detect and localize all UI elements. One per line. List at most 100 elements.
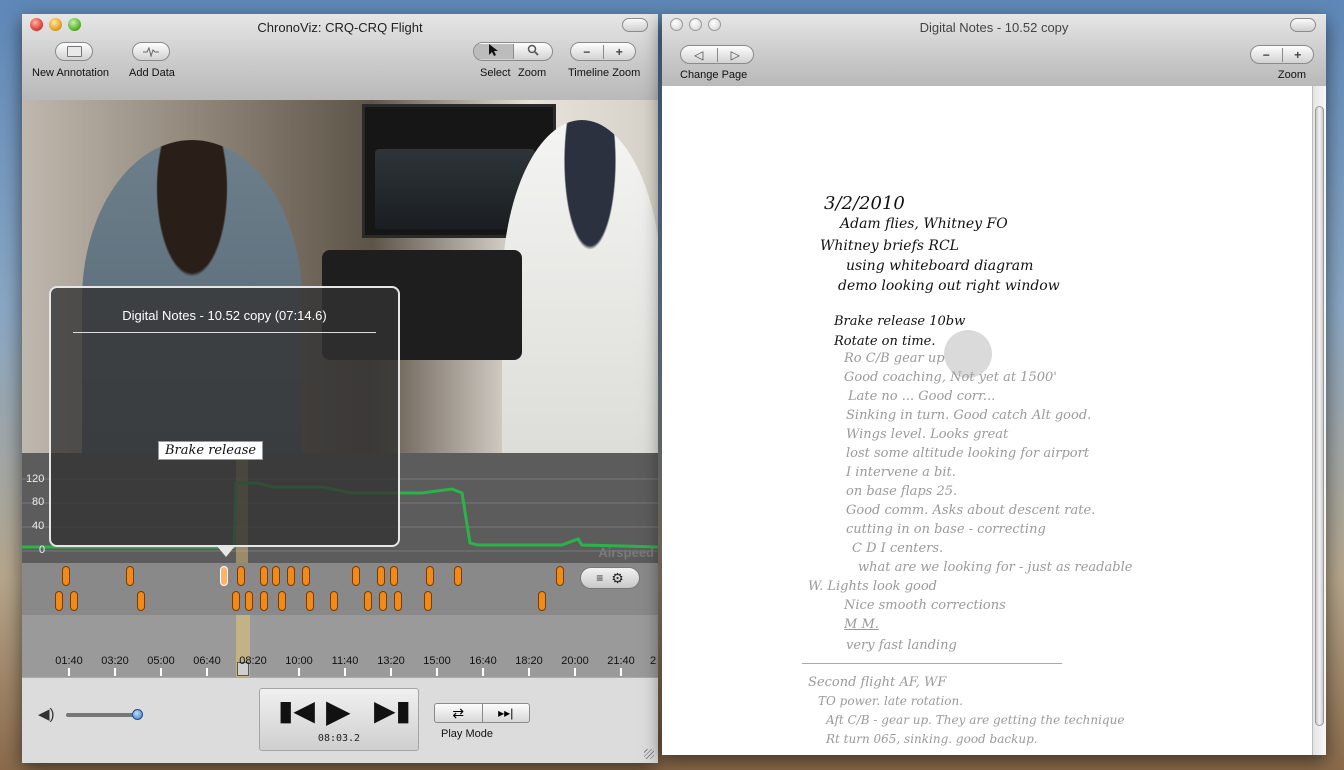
minus-icon[interactable]: −	[571, 45, 603, 59]
annotation-marker[interactable]	[556, 566, 564, 586]
list-icon[interactable]: ≡	[596, 571, 603, 585]
step-forward-icon[interactable]: ▶▮	[374, 697, 411, 725]
y-tick-80: 80	[32, 496, 45, 508]
change-page-segmented[interactable]: ◁ ▷	[680, 45, 754, 64]
toolbar-toggle-button[interactable]	[1290, 18, 1316, 32]
playback-controls: ◀) ▮◀ ▶ ▶▮ 08:03.2 ⇄ ▸▸| Play Mode	[22, 677, 658, 763]
annotation-marker[interactable]	[245, 591, 253, 611]
note-line: M M.	[844, 617, 879, 632]
magnifier-icon[interactable]	[512, 44, 553, 59]
play-mode-segmented[interactable]: ⇄ ▸▸|	[434, 703, 530, 723]
timeline-tick-label: 16:40	[469, 655, 497, 667]
note-line: I intervene a bit.	[846, 465, 956, 480]
annotation-marker-selected[interactable]	[220, 566, 228, 586]
plus-icon[interactable]: +	[602, 44, 636, 59]
annotation-marker[interactable]	[232, 591, 240, 611]
new-annotation-button[interactable]	[55, 42, 93, 61]
annotation-marker[interactable]	[538, 591, 546, 611]
timeline-zoom-label: Timeline Zoom	[568, 67, 641, 79]
annotation-marker[interactable]	[352, 566, 360, 586]
annotation-marker[interactable]	[237, 566, 245, 586]
annotation-marker[interactable]	[426, 566, 434, 586]
timeline-zoom-segmented[interactable]: − +	[570, 42, 636, 61]
annotation-marker[interactable]	[70, 591, 78, 611]
vertical-scrollbar[interactable]	[1312, 86, 1326, 755]
note-line: Second flight AF, WF	[808, 675, 947, 690]
play-icon[interactable]: ▶	[326, 695, 351, 727]
note-line: Rt turn 065, sinking. good backup.	[826, 732, 1038, 746]
select-zoom-segmented[interactable]	[473, 42, 553, 61]
annotation-marker[interactable]	[330, 591, 338, 611]
annotation-marker[interactable]	[137, 591, 145, 611]
annotation-popup[interactable]: Digital Notes - 10.52 copy (07:14.6) Bra…	[49, 286, 400, 557]
chronoviz-window: ChronoViz: CRQ-CRQ Flight New Annotation…	[22, 14, 658, 763]
toolbar-toggle-button[interactable]	[622, 18, 648, 32]
zoom-label: Zoom	[1277, 69, 1306, 81]
scrollbar-thumb[interactable]	[1315, 106, 1324, 726]
y-tick-0: 0	[39, 544, 46, 556]
note-line: Rotate on time.	[834, 334, 936, 349]
timeline-tick-label: 18:20	[515, 655, 543, 667]
waveform-icon	[143, 46, 159, 57]
select-label: Select	[480, 67, 511, 79]
annotation-marker[interactable]	[390, 566, 398, 586]
airspeed-label: Airspeed	[598, 545, 654, 560]
annotation-marker[interactable]	[377, 566, 385, 586]
note-line: demo looking out right window	[838, 278, 1060, 294]
notes-page[interactable]: 3/2/2010 Adam flies, Whitney FO Whitney …	[662, 86, 1312, 755]
note-line: 3/2/2010	[824, 193, 905, 214]
annotation-marker[interactable]	[287, 566, 295, 586]
annotation-marker[interactable]	[424, 591, 432, 611]
minus-icon[interactable]: −	[1251, 48, 1282, 62]
note-line: on base flaps 25.	[846, 484, 958, 499]
step-mode-icon[interactable]: ▸▸|	[481, 704, 530, 722]
annotation-marker[interactable]	[260, 591, 268, 611]
annotation-marker[interactable]	[278, 591, 286, 611]
note-line: Aft C/B - gear up. They are getting the …	[826, 713, 1125, 727]
timeline-tick-label: 11:40	[331, 655, 359, 667]
timeline-tick-label: 03:20	[101, 655, 129, 667]
annotation-marker[interactable]	[454, 566, 462, 586]
folder-icon	[66, 46, 82, 57]
annotation-marker[interactable]	[302, 566, 310, 586]
back-arrow-icon[interactable]: ◁	[681, 48, 717, 62]
annotation-marker[interactable]	[394, 591, 402, 611]
timeline-ruler[interactable]: 01:40 03:20 05:00 06:40 08:20 10:00 11:4…	[22, 615, 658, 677]
arrow-cursor-icon[interactable]	[474, 44, 513, 59]
annotation-marker[interactable]	[379, 591, 387, 611]
annotation-marker[interactable]	[260, 566, 268, 586]
plus-icon[interactable]: +	[1281, 47, 1314, 62]
annotation-marker[interactable]	[364, 591, 372, 611]
add-data-button[interactable]	[132, 42, 170, 61]
y-tick-40: 40	[32, 520, 45, 532]
popup-pointer	[217, 546, 235, 557]
new-annotation-label: New Annotation	[32, 67, 110, 79]
annotation-marker[interactable]	[126, 566, 134, 586]
resize-grip[interactable]	[644, 749, 654, 759]
loop-icon[interactable]: ⇄	[435, 704, 482, 722]
note-line: Sinking in turn. Good catch Alt good.	[846, 408, 1092, 423]
annotation-marker[interactable]	[306, 591, 314, 611]
current-time: 08:03.2	[317, 733, 361, 744]
timeline-tick-label: 05:00	[147, 655, 175, 667]
annotation-marker[interactable]	[62, 566, 70, 586]
forward-arrow-icon[interactable]: ▷	[716, 47, 754, 62]
step-back-icon[interactable]: ▮◀	[278, 697, 315, 725]
note-line: TO power. late rotation.	[818, 694, 964, 708]
volume-slider[interactable]	[66, 709, 143, 720]
volume-icon[interactable]: ◀)	[38, 705, 55, 723]
note-line: using whiteboard diagram	[846, 258, 1034, 274]
annotation-marker[interactable]	[272, 566, 280, 586]
volume-slider-knob[interactable]	[132, 709, 143, 720]
annotation-track[interactable]: ≡ ⚙	[22, 563, 658, 615]
transport-panel: ▮◀ ▶ ▶▮ 08:03.2	[259, 688, 419, 751]
annotation-marker[interactable]	[55, 591, 63, 611]
timeline-tick-label: 20:00	[561, 655, 589, 667]
track-options-button[interactable]: ≡ ⚙	[580, 567, 640, 589]
timeline-tick-label: 01:40	[55, 655, 83, 667]
zoom-segmented[interactable]: − +	[1250, 45, 1314, 64]
note-line: lost some altitude looking for airport	[846, 446, 1090, 461]
timeline-tick-label: 10:00	[285, 655, 313, 667]
gear-icon[interactable]: ⚙	[611, 570, 624, 587]
right-titlebar: Digital Notes - 10.52 copy ◁ ▷ Change Pa…	[662, 14, 1326, 87]
